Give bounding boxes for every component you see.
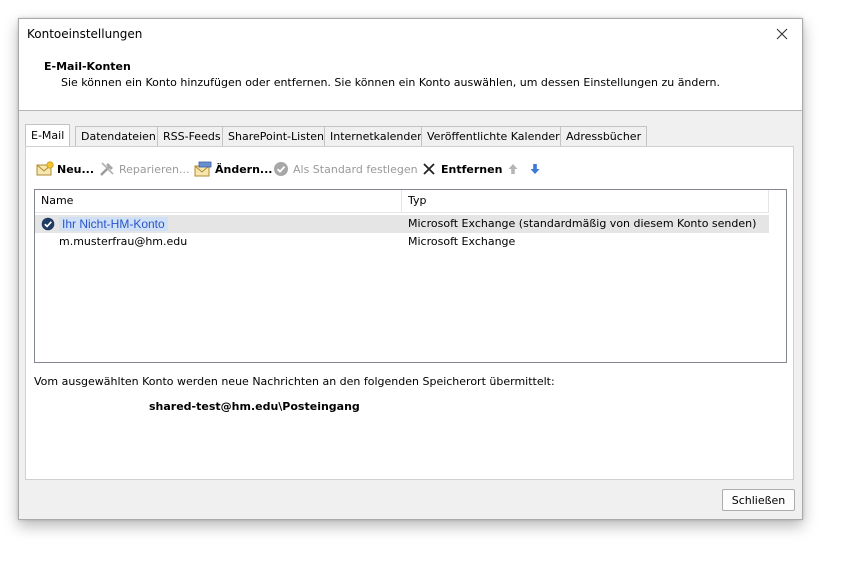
tab-address-books[interactable]: Adressbücher xyxy=(560,126,648,146)
tab-rss-feeds[interactable]: RSS-Feeds xyxy=(157,126,227,146)
repair-label: Reparieren... xyxy=(119,162,190,176)
column-header-name[interactable]: Name xyxy=(41,190,73,212)
close-button[interactable]: Schließen xyxy=(722,489,795,511)
tab-sharepoint-lists[interactable]: SharePoint-Listen xyxy=(222,126,330,146)
close-icon xyxy=(776,28,788,40)
section-title: E-Mail-Konten xyxy=(44,60,131,73)
new-account-label: Neu... xyxy=(57,162,95,176)
move-up-button[interactable] xyxy=(504,159,525,179)
remove-account-label: Entfernen xyxy=(441,162,503,176)
change-account-label: Ändern... xyxy=(215,162,273,176)
set-default-button[interactable]: Als Standard festlegen xyxy=(272,159,418,179)
tab-published-calendars[interactable]: Veröffentlichte Kalender xyxy=(421,126,566,146)
section-description: Sie können ein Konto hinzufügen oder ent… xyxy=(61,76,720,89)
email-tab-panel: Neu... Reparieren... Ändern... Als Stand… xyxy=(25,146,794,480)
move-down-button[interactable] xyxy=(526,159,547,179)
column-divider xyxy=(401,190,402,212)
account-toolbar: Neu... Reparieren... Ändern... Als Stand… xyxy=(36,157,776,181)
column-divider xyxy=(768,190,769,212)
default-account-check-icon xyxy=(41,217,55,231)
close-window-button[interactable] xyxy=(762,19,802,49)
remove-account-button[interactable]: Entfernen xyxy=(420,159,502,179)
accounts-list: Name Typ Ihr Nicht-HM-Konto Microsoft Ex… xyxy=(34,189,787,363)
change-account-button[interactable]: Ändern... xyxy=(194,159,272,179)
account-type: Microsoft Exchange (standardmäßig von di… xyxy=(408,217,757,230)
new-account-button[interactable]: Neu... xyxy=(36,159,94,179)
dialog-header: E-Mail-Konten Sie können ein Konto hinzu… xyxy=(19,49,802,111)
tab-data-files[interactable]: Datendateien xyxy=(75,126,162,146)
tab-email[interactable]: E-Mail xyxy=(25,124,71,146)
arrow-down-icon xyxy=(530,164,540,174)
column-header-type[interactable]: Typ xyxy=(408,190,427,212)
checkmark-circle-icon xyxy=(274,162,288,176)
title-bar: Kontoeinstellungen xyxy=(19,19,802,49)
account-name: Ihr Nicht-HM-Konto xyxy=(59,215,168,234)
window-title: Kontoeinstellungen xyxy=(27,27,143,41)
account-name: m.musterfrau@hm.edu xyxy=(59,235,188,248)
account-row[interactable]: m.musterfrau@hm.edu Microsoft Exchange xyxy=(35,233,769,251)
set-default-label: Als Standard festlegen xyxy=(293,162,418,176)
new-mail-account-icon xyxy=(36,161,54,176)
account-name-highlight: Ihr Nicht-HM-Konto xyxy=(59,217,168,231)
account-settings-dialog: Kontoeinstellungen E-Mail-Konten Sie kön… xyxy=(18,18,803,520)
tab-internet-calendars[interactable]: Internetkalender xyxy=(324,126,428,146)
edit-mail-account-icon xyxy=(194,161,212,177)
arrow-up-icon xyxy=(508,164,518,174)
list-header: Name Typ xyxy=(35,190,769,213)
tools-icon xyxy=(100,162,114,176)
account-row[interactable]: Ihr Nicht-HM-Konto Microsoft Exchange (s… xyxy=(35,215,769,233)
delivery-info-text: Vom ausgewählten Konto werden neue Nachr… xyxy=(34,375,555,388)
repair-button[interactable]: Reparieren... xyxy=(98,159,190,179)
delivery-location: shared-test@hm.edu\Posteingang xyxy=(149,400,360,413)
delete-x-icon xyxy=(423,163,435,175)
account-type: Microsoft Exchange xyxy=(408,235,516,248)
